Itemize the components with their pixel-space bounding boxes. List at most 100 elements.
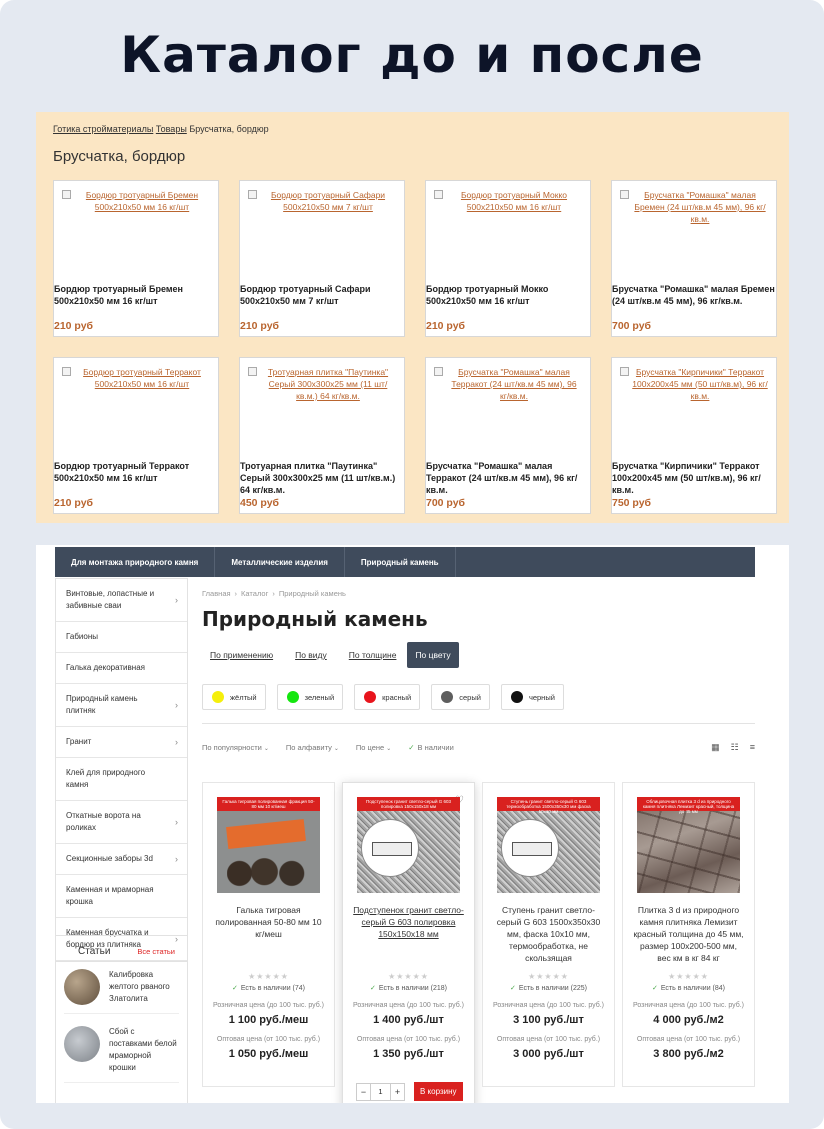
sidebar-item[interactable]: Винтовые, лопастные и забивные сваи › — [56, 579, 187, 622]
sort-popularity[interactable]: По популярности ⌄ — [202, 743, 269, 752]
image-alt-text[interactable]: Брусчатка "Кирпичики" Терракот 100x200x4… — [632, 366, 768, 402]
product-image[interactable]: Подступенок гранит светло-серый G 603 по… — [357, 797, 460, 893]
product-name[interactable]: Бордюр тротуарный Сафари 500x210x50 мм 7… — [240, 283, 406, 307]
tab-filter[interactable]: По толщине — [338, 644, 408, 666]
product-price: 210 руб — [426, 320, 466, 332]
breadcrumb-link[interactable]: Товары — [156, 124, 187, 134]
product-card[interactable]: Тротуарная плитка "Паутинка" Серый 300x3… — [239, 357, 405, 514]
image-alt-text[interactable]: Брусчатка "Ромашка" малая Терракот (24 ш… — [446, 366, 582, 402]
image-alt-text[interactable]: Бордюр тротуарный Мокко 500x210x50 мм 16… — [446, 189, 582, 213]
sidebar-item[interactable]: Габионы — [56, 622, 187, 653]
broken-image[interactable]: Бордюр тротуарный Мокко 500x210x50 мм 16… — [426, 189, 590, 213]
product-card[interactable]: Галька тигровая полированная фракция 50-… — [202, 782, 335, 1087]
list-view-icon[interactable]: ☷ — [731, 742, 739, 753]
nav-item[interactable]: Природный камень — [345, 547, 456, 577]
nav-item[interactable]: Для монтажа природного камня — [55, 547, 216, 577]
image-alt-text[interactable]: Бордюр тротуарный Сафари 500x210x50 мм 7… — [260, 189, 396, 213]
broken-image[interactable]: Брусчатка "Кирпичики" Терракот 100x200x4… — [612, 366, 776, 402]
article-item[interactable]: Калибровка желтого рваного Златолита — [64, 969, 179, 1014]
sidebar-item[interactable]: Гранит › — [56, 727, 187, 758]
check-icon: ✓ — [408, 743, 415, 752]
product-card[interactable]: Бордюр тротуарный Мокко 500x210x50 мм 16… — [425, 180, 591, 337]
product-card[interactable]: Облицовочная плитка 3 d из природного ка… — [622, 782, 755, 1087]
article-thumbnail[interactable] — [64, 1026, 100, 1062]
broken-image[interactable]: Брусчатка "Ромашка" малая Терракот (24 ш… — [426, 366, 590, 402]
color-dot — [364, 691, 377, 703]
filter-tabs: По применению По виду По толщине По цвету — [202, 642, 755, 668]
qty-decrement-button[interactable]: − — [356, 1082, 371, 1101]
image-alt-text[interactable]: Бордюр тротуарный Терракот 500x210x50 мм… — [74, 366, 210, 390]
breadcrumb-link[interactable]: Готика стройматериалы — [53, 124, 153, 134]
sidebar-item[interactable]: Откатные ворота на роликах › — [56, 801, 187, 844]
breadcrumb-link[interactable]: Каталог — [241, 589, 268, 598]
article-title[interactable]: Калибровка желтого рваного Златолита — [109, 969, 179, 1005]
product-card[interactable]: Бордюр тротуарный Терракот 500x210x50 мм… — [53, 357, 219, 514]
article-item[interactable]: Сбой с поставками белой мраморной крошки — [64, 1026, 179, 1083]
qty-input[interactable]: 1 — [371, 1082, 390, 1101]
add-to-cart-button[interactable]: В корзину — [414, 1082, 463, 1101]
product-name[interactable]: Плитка 3 d из природного камня плитняка … — [633, 904, 744, 964]
product-card[interactable]: Ступень гранит светло-серый G 603 термоо… — [482, 782, 615, 1087]
product-name[interactable]: Бордюр тротуарный Бремен 500x210x50 мм 1… — [54, 283, 220, 307]
product-name[interactable]: Брусчатка "Ромашка" малая Бремен (24 шт/… — [612, 283, 778, 307]
table-view-icon[interactable]: ≡ — [750, 742, 755, 753]
in-stock-toggle[interactable]: ✓ В наличии — [408, 743, 454, 752]
product-price: 210 руб — [54, 320, 94, 332]
color-chip[interactable]: зеленый — [276, 684, 344, 710]
product-image[interactable]: Облицовочная плитка 3 d из природного ка… — [637, 797, 740, 893]
product-card[interactable]: Брусчатка "Ромашка" малая Терракот (24 ш… — [425, 357, 591, 514]
all-articles-link[interactable]: Все статьи — [137, 947, 175, 956]
sidebar-item-label: Откатные ворота на роликах — [66, 811, 141, 832]
product-name[interactable]: Брусчатка "Кирпичики" Терракот 100x200x4… — [612, 460, 778, 496]
product-name[interactable]: Тротуарная плитка "Паутинка" Серый 300x3… — [240, 460, 406, 496]
image-alt-text[interactable]: Бордюр тротуарный Бремен 500x210x50 мм 1… — [74, 189, 210, 213]
product-name[interactable]: Ступень гранит светло-серый G 603 1500x3… — [493, 904, 604, 964]
broken-image[interactable]: Брусчатка "Ромашка" малая Бремен (24 шт/… — [612, 189, 776, 225]
product-image[interactable]: Ступень гранит светло-серый G 603 термоо… — [497, 797, 600, 893]
tab-filter[interactable]: По применению — [202, 644, 284, 666]
product-price: 210 руб — [240, 320, 280, 332]
broken-image[interactable]: Тротуарная плитка "Паутинка" Серый 300x3… — [240, 366, 404, 402]
product-card[interactable]: ♡Подступенок гранит светло-серый G 603 п… — [342, 782, 475, 1103]
rating-stars: ★★★★★ — [668, 972, 709, 981]
sidebar-item[interactable]: Каменная и мраморная крошка — [56, 875, 187, 918]
product-card[interactable]: Брусчатка "Ромашка" малая Бремен (24 шт/… — [611, 180, 777, 337]
sort-price[interactable]: По цене ⌄ — [356, 743, 391, 752]
sort-alphabet[interactable]: По алфавиту ⌄ — [286, 743, 339, 752]
grid-view-icon[interactable]: ▦ — [711, 742, 720, 753]
broken-image[interactable]: Бордюр тротуарный Сафари 500x210x50 мм 7… — [240, 189, 404, 213]
tab-filter[interactable]: По цвету — [407, 642, 459, 668]
image-alt-text[interactable]: Брусчатка "Ромашка" малая Бремен (24 шт/… — [632, 189, 768, 225]
color-chip[interactable]: красный — [354, 684, 421, 710]
product-image[interactable]: Галька тигровая полированная фракция 50-… — [217, 797, 320, 893]
product-name[interactable]: Бордюр тротуарный Терракот 500x210x50 мм… — [54, 460, 220, 484]
broken-image[interactable]: Бордюр тротуарный Терракот 500x210x50 мм… — [54, 366, 218, 390]
breadcrumb-link[interactable]: Главная — [202, 589, 231, 598]
sidebar-item[interactable]: Галька декоративная — [56, 653, 187, 684]
product-name[interactable]: Галька тигровая полированная 50-80 мм 10… — [213, 904, 324, 964]
product-price: 450 руб — [240, 497, 280, 509]
article-thumbnail[interactable] — [64, 969, 100, 1005]
product-name[interactable]: Брусчатка "Ромашка" малая Терракот (24 ш… — [426, 460, 592, 496]
qty-increment-button[interactable]: + — [390, 1082, 405, 1101]
product-name[interactable]: Бордюр тротуарный Мокко 500x210x50 мм 16… — [426, 283, 592, 307]
color-chip[interactable]: жёлтый — [202, 684, 266, 710]
view-switcher: ▦ ☷ ≡ — [711, 742, 755, 753]
product-name[interactable]: Подступенок гранит светло-серый G 603 по… — [353, 904, 464, 964]
broken-image-icon — [248, 367, 257, 376]
product-card[interactable]: Брусчатка "Кирпичики" Терракот 100x200x4… — [611, 357, 777, 514]
image-caption-band: Подступенок гранит светло-серый G 603 по… — [357, 797, 460, 811]
image-caption-band: Облицовочная плитка 3 d из природного ка… — [637, 797, 740, 814]
sidebar-item[interactable]: Клей для природного камня — [56, 758, 187, 801]
article-title[interactable]: Сбой с поставками белой мраморной крошки — [109, 1026, 179, 1074]
tab-filter[interactable]: По виду — [284, 644, 338, 666]
color-chip[interactable]: серый — [431, 684, 490, 710]
image-alt-text[interactable]: Тротуарная плитка "Паутинка" Серый 300x3… — [260, 366, 396, 402]
nav-item[interactable]: Металлические изделия — [215, 547, 345, 577]
product-card[interactable]: Бордюр тротуарный Бремен 500x210x50 мм 1… — [53, 180, 219, 337]
sidebar-item[interactable]: Природный камень плитняк › — [56, 684, 187, 727]
broken-image[interactable]: Бордюр тротуарный Бремен 500x210x50 мм 1… — [54, 189, 218, 213]
sidebar-item[interactable]: Секционные заборы 3d › — [56, 844, 187, 875]
product-card[interactable]: Бордюр тротуарный Сафари 500x210x50 мм 7… — [239, 180, 405, 337]
color-chip[interactable]: черный — [500, 684, 564, 710]
